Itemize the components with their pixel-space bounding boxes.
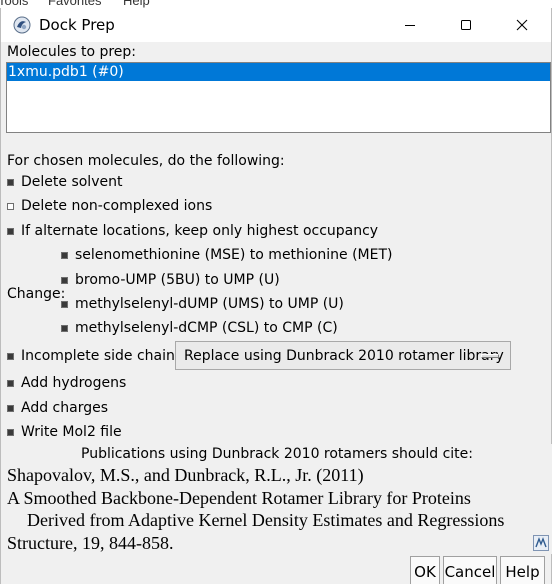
change-csl-checkbox[interactable] bbox=[61, 324, 68, 332]
change-mse-checkbox[interactable] bbox=[61, 251, 68, 259]
change-csl-option[interactable]: methylselenyl-dCMP (CSL) to CMP (C) bbox=[61, 320, 338, 336]
side-chains-selected: Replace using Dunbrack 2010 rotamer libr… bbox=[184, 347, 504, 364]
delete-solvent-label: Delete solvent bbox=[21, 174, 123, 190]
background-menubar: Tools Favorites Help bbox=[0, 0, 552, 8]
maximize-button[interactable] bbox=[443, 8, 489, 42]
side-chains-checkbox[interactable] bbox=[7, 352, 14, 360]
chimera-app-icon bbox=[13, 16, 31, 34]
close-button[interactable] bbox=[499, 8, 545, 42]
delete-ions-option[interactable]: Delete non-complexed ions bbox=[7, 198, 212, 214]
dropdown-indicator-icon bbox=[481, 354, 499, 358]
change-ums-label: methylselenyl-dUMP (UMS) to UMP (U) bbox=[75, 296, 344, 312]
side-chains-option[interactable]: Incomplete side chains: bbox=[7, 348, 187, 364]
maximize-icon bbox=[461, 20, 471, 30]
background-menu-tools: Tools bbox=[0, 0, 29, 8]
minimize-icon bbox=[405, 25, 415, 26]
delete-ions-label: Delete non-complexed ions bbox=[21, 198, 213, 214]
dock-prep-dialog: Dock Prep Molecules to prep: 1xmu.pdb1 (… bbox=[0, 8, 552, 584]
add-charges-option[interactable]: Add charges bbox=[7, 400, 108, 416]
background-menu-help: Help bbox=[123, 0, 150, 8]
add-hydrogens-checkbox[interactable] bbox=[7, 379, 14, 387]
add-hydrogens-label: Add hydrogens bbox=[21, 375, 127, 391]
molecules-listbox[interactable]: 1xmu.pdb1 (#0) bbox=[6, 62, 551, 133]
alt-locations-label: If alternate locations, keep only highes… bbox=[21, 223, 379, 239]
minimize-button[interactable] bbox=[387, 8, 433, 42]
citation-journal: Structure, 19, 844-858. bbox=[7, 533, 174, 553]
write-mol2-checkbox[interactable] bbox=[7, 428, 14, 436]
delete-solvent-checkbox[interactable] bbox=[7, 178, 14, 186]
write-mol2-option[interactable]: Write Mol2 file bbox=[7, 424, 122, 440]
window-title: Dock Prep bbox=[39, 16, 115, 34]
title-bar[interactable]: Dock Prep bbox=[1, 8, 551, 42]
add-charges-checkbox[interactable] bbox=[7, 404, 14, 412]
change-5bu-label: bromo-UMP (5BU) to UMP (U) bbox=[75, 272, 280, 288]
side-chains-dropdown[interactable]: Replace using Dunbrack 2010 rotamer libr… bbox=[175, 341, 511, 370]
alt-locations-option[interactable]: If alternate locations, keep only highes… bbox=[7, 223, 378, 239]
change-mse-option[interactable]: selenomethionine (MSE) to methionine (ME… bbox=[61, 247, 392, 263]
change-ums-option[interactable]: methylselenyl-dUMP (UMS) to UMP (U) bbox=[61, 296, 344, 312]
write-mol2-label: Write Mol2 file bbox=[21, 424, 122, 440]
change-ums-checkbox[interactable] bbox=[61, 300, 68, 308]
change-5bu-option[interactable]: bromo-UMP (5BU) to UMP (U) bbox=[61, 272, 280, 288]
cancel-button[interactable]: Cancel bbox=[443, 556, 497, 584]
chimera-logo-icon[interactable] bbox=[533, 535, 549, 551]
add-hydrogens-option[interactable]: Add hydrogens bbox=[7, 375, 126, 391]
molecules-label: Molecules to prep: bbox=[7, 44, 137, 60]
alt-locations-checkbox[interactable] bbox=[7, 227, 14, 235]
options-header: For chosen molecules, do the following: bbox=[7, 153, 285, 169]
molecule-list-item[interactable]: 1xmu.pdb1 (#0) bbox=[7, 63, 550, 81]
side-chains-label: Incomplete side chains: bbox=[21, 348, 187, 364]
ok-button[interactable]: OK bbox=[410, 556, 440, 584]
close-icon bbox=[516, 19, 528, 31]
change-mse-label: selenomethionine (MSE) to methionine (ME… bbox=[75, 247, 393, 263]
delete-solvent-option[interactable]: Delete solvent bbox=[7, 174, 122, 190]
citation-panel: Publications using Dunbrack 2010 rotamer… bbox=[1, 444, 552, 554]
change-csl-label: methylselenyl-dCMP (CSL) to CMP (C) bbox=[75, 320, 338, 336]
change-5bu-checkbox[interactable] bbox=[61, 276, 68, 284]
citation-header: Publications using Dunbrack 2010 rotamer… bbox=[81, 446, 473, 462]
citation-title-line1: A Smoothed Backbone-Dependent Rotamer Li… bbox=[7, 488, 471, 508]
change-label: Change: bbox=[7, 286, 66, 302]
help-button[interactable]: Help bbox=[500, 556, 545, 584]
citation-authors: Shapovalov, M.S., and Dunbrack, R.L., Jr… bbox=[7, 465, 364, 485]
delete-ions-checkbox[interactable] bbox=[7, 202, 14, 210]
background-menu-favorites: Favorites bbox=[48, 0, 102, 8]
citation-title-line2: Derived from Adaptive Kernel Density Est… bbox=[27, 510, 505, 530]
add-charges-label: Add charges bbox=[21, 400, 109, 416]
